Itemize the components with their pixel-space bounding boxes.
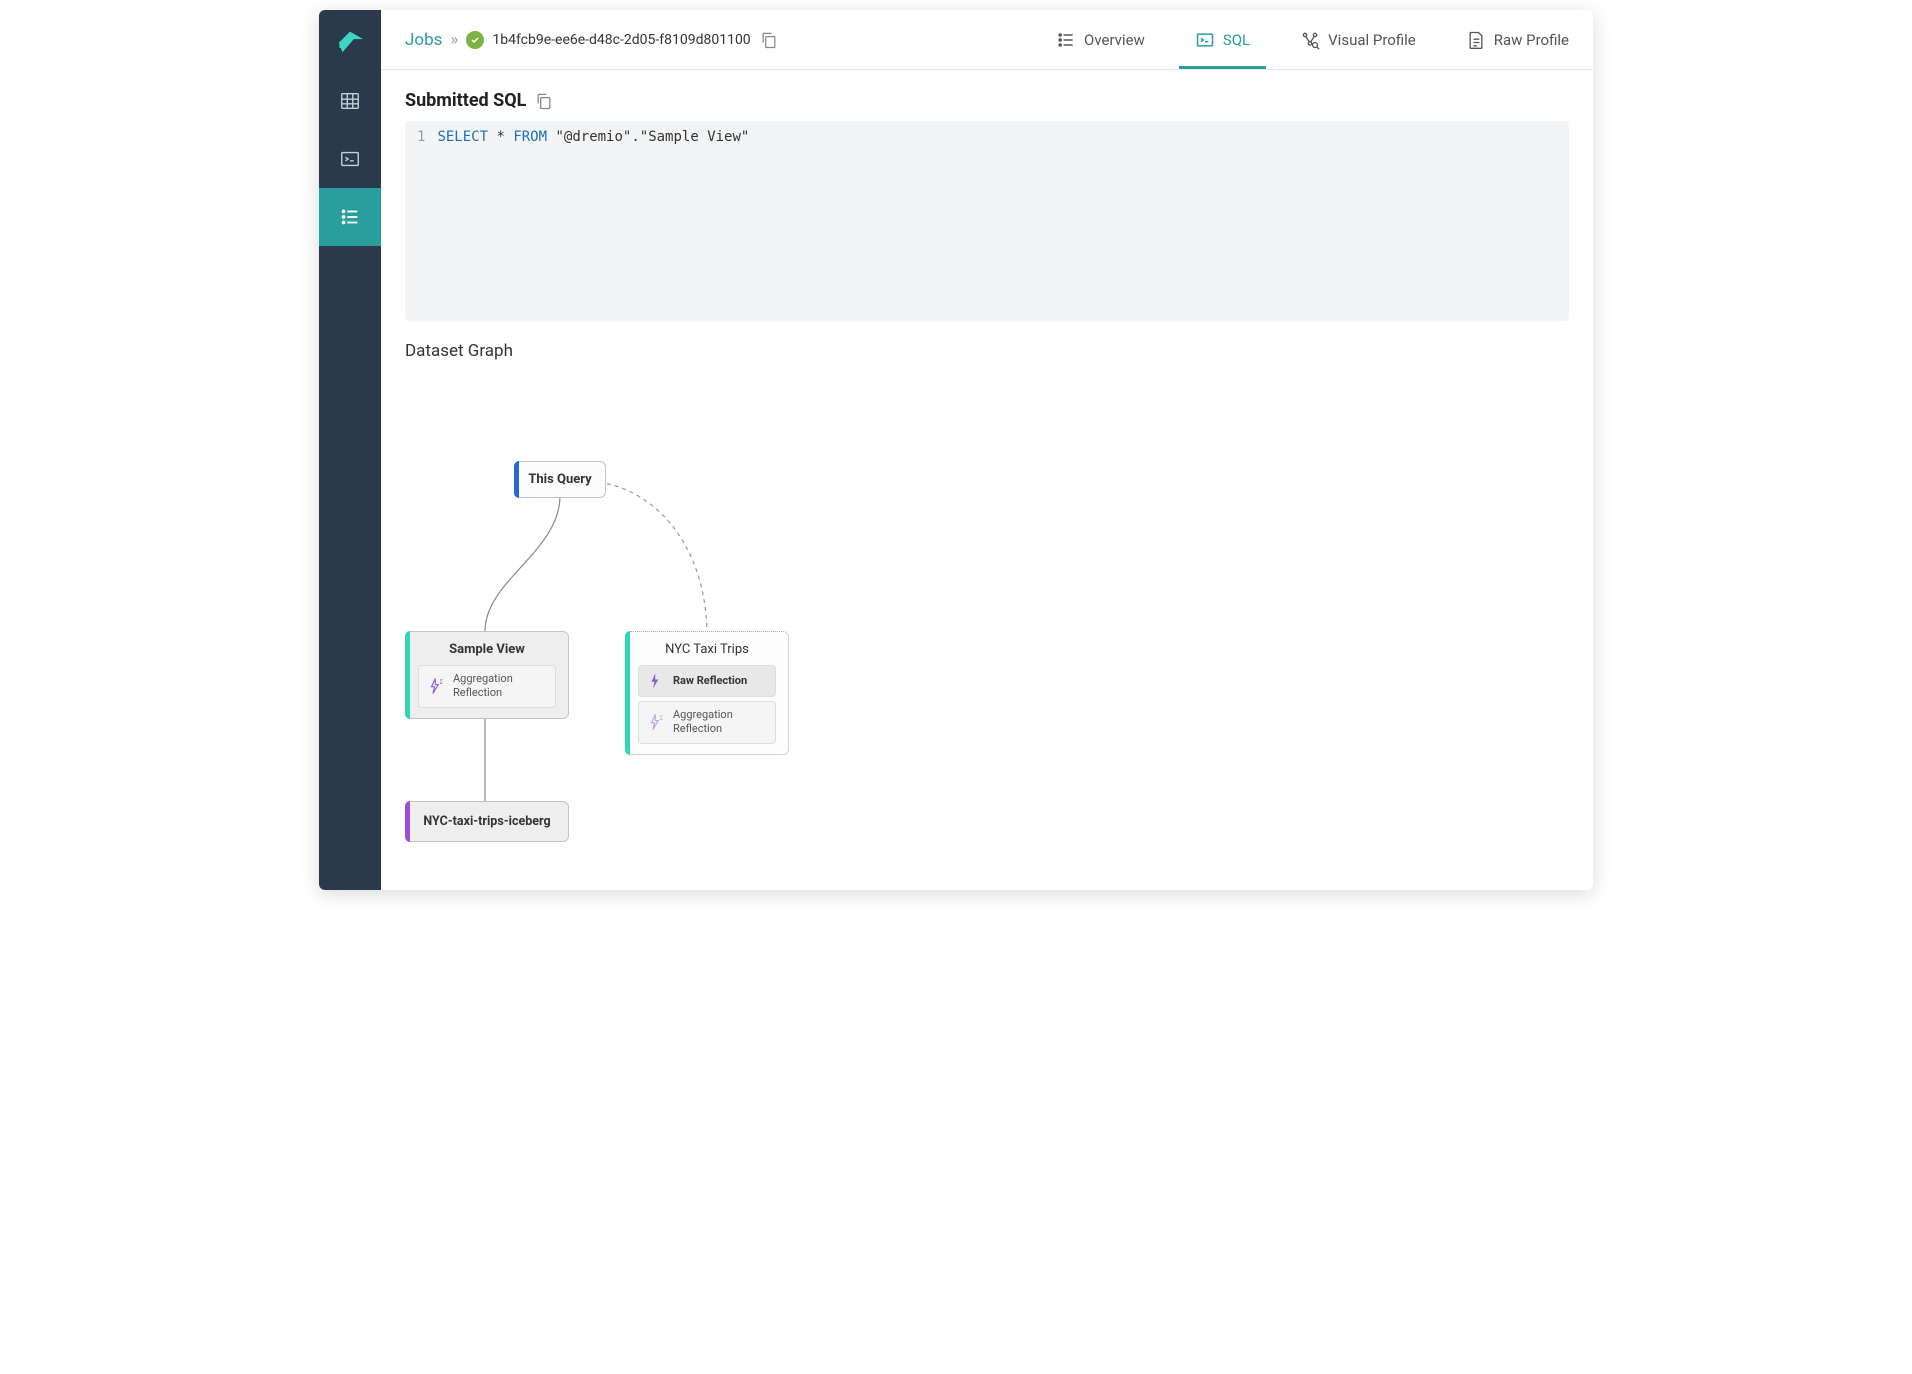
aggregation-reflection-icon: Σ xyxy=(647,713,665,731)
reflection-item[interactable]: Raw Reflection xyxy=(638,665,776,697)
svg-text:Σ: Σ xyxy=(660,715,664,722)
sidebar-item-datasets[interactable] xyxy=(319,72,381,130)
graph-edges xyxy=(405,371,825,841)
sidebar xyxy=(319,10,381,890)
tab-label: Overview xyxy=(1084,31,1145,49)
sql-line: 1 SELECT * FROM "@dremio"."Sample View" xyxy=(417,129,1557,145)
tab-label: SQL xyxy=(1223,31,1250,49)
terminal-icon xyxy=(1195,30,1215,50)
raw-reflection-icon xyxy=(647,672,665,690)
content: Submitted SQL 1 SELECT * FROM "@dremio".… xyxy=(381,70,1593,890)
graph-node-sample-view[interactable]: Sample View Σ Aggregation Reflection xyxy=(405,631,569,719)
dataset-graph-title: Dataset Graph xyxy=(405,341,1569,361)
node-accent xyxy=(405,801,410,842)
sidebar-item-jobs[interactable] xyxy=(319,188,381,246)
section-title-text: Submitted SQL xyxy=(405,90,526,111)
svg-text:Σ: Σ xyxy=(440,679,444,686)
node-title: NYC Taxi Trips xyxy=(638,642,776,657)
sql-keyword: FROM xyxy=(513,129,547,145)
dataset-graph[interactable]: This Query Sample View Σ Aggregation Ref… xyxy=(405,371,1569,851)
breadcrumb: Jobs » 1b4fcb9e-ee6e-d48c-2d05-f8109d801… xyxy=(405,30,779,50)
reflection-item[interactable]: Σ Aggregation Reflection xyxy=(418,665,556,708)
tabs: Overview SQL Visual Profile Raw Profile xyxy=(1056,12,1569,68)
tab-label: Raw Profile xyxy=(1494,31,1569,49)
sql-string: "@dremio"."Sample View" xyxy=(555,129,749,145)
copy-job-id-button[interactable] xyxy=(759,30,779,50)
sql-editor[interactable]: 1 SELECT * FROM "@dremio"."Sample View" xyxy=(405,121,1569,321)
profile-icon xyxy=(1300,30,1320,50)
sidebar-item-sql-runner[interactable] xyxy=(319,130,381,188)
breadcrumb-jobs-link[interactable]: Jobs xyxy=(405,30,442,50)
node-title: This Query xyxy=(527,472,593,487)
reflection-label: Aggregation Reflection xyxy=(673,708,767,737)
reflection-label: Raw Reflection xyxy=(673,674,747,688)
main-content: Jobs » 1b4fcb9e-ee6e-d48c-2d05-f8109d801… xyxy=(381,10,1593,890)
sql-token: * xyxy=(496,129,504,145)
copy-sql-button[interactable] xyxy=(534,91,554,111)
list-icon xyxy=(1056,30,1076,50)
reflection-label: Aggregation Reflection xyxy=(453,672,547,701)
node-title: Sample View xyxy=(418,642,556,657)
status-success-icon xyxy=(466,31,484,49)
node-accent xyxy=(625,631,630,755)
line-number: 1 xyxy=(417,129,425,145)
graph-node-this-query[interactable]: This Query xyxy=(514,461,606,498)
tab-raw-profile[interactable]: Raw Profile xyxy=(1466,12,1569,68)
job-id: 1b4fcb9e-ee6e-d48c-2d05-f8109d801100 xyxy=(492,32,750,48)
reflection-item[interactable]: Σ Aggregation Reflection xyxy=(638,701,776,744)
tab-overview[interactable]: Overview xyxy=(1056,12,1145,68)
aggregation-reflection-icon: Σ xyxy=(427,677,445,695)
document-icon xyxy=(1466,30,1486,50)
node-accent xyxy=(514,461,519,498)
sql-keyword: SELECT xyxy=(437,129,488,145)
node-accent xyxy=(405,631,410,719)
topbar: Jobs » 1b4fcb9e-ee6e-d48c-2d05-f8109d801… xyxy=(381,10,1593,70)
tab-visual-profile[interactable]: Visual Profile xyxy=(1300,12,1416,68)
submitted-sql-title: Submitted SQL xyxy=(405,90,1569,111)
tab-sql[interactable]: SQL xyxy=(1195,12,1250,68)
breadcrumb-separator: » xyxy=(450,30,458,50)
graph-node-iceberg[interactable]: NYC-taxi-trips-iceberg xyxy=(405,801,569,842)
graph-node-nyc-taxi[interactable]: NYC Taxi Trips Raw Reflection Σ Aggregat… xyxy=(625,631,789,755)
tab-label: Visual Profile xyxy=(1328,31,1416,49)
app-logo[interactable] xyxy=(319,10,381,72)
node-title: NYC-taxi-trips-iceberg xyxy=(418,814,556,829)
